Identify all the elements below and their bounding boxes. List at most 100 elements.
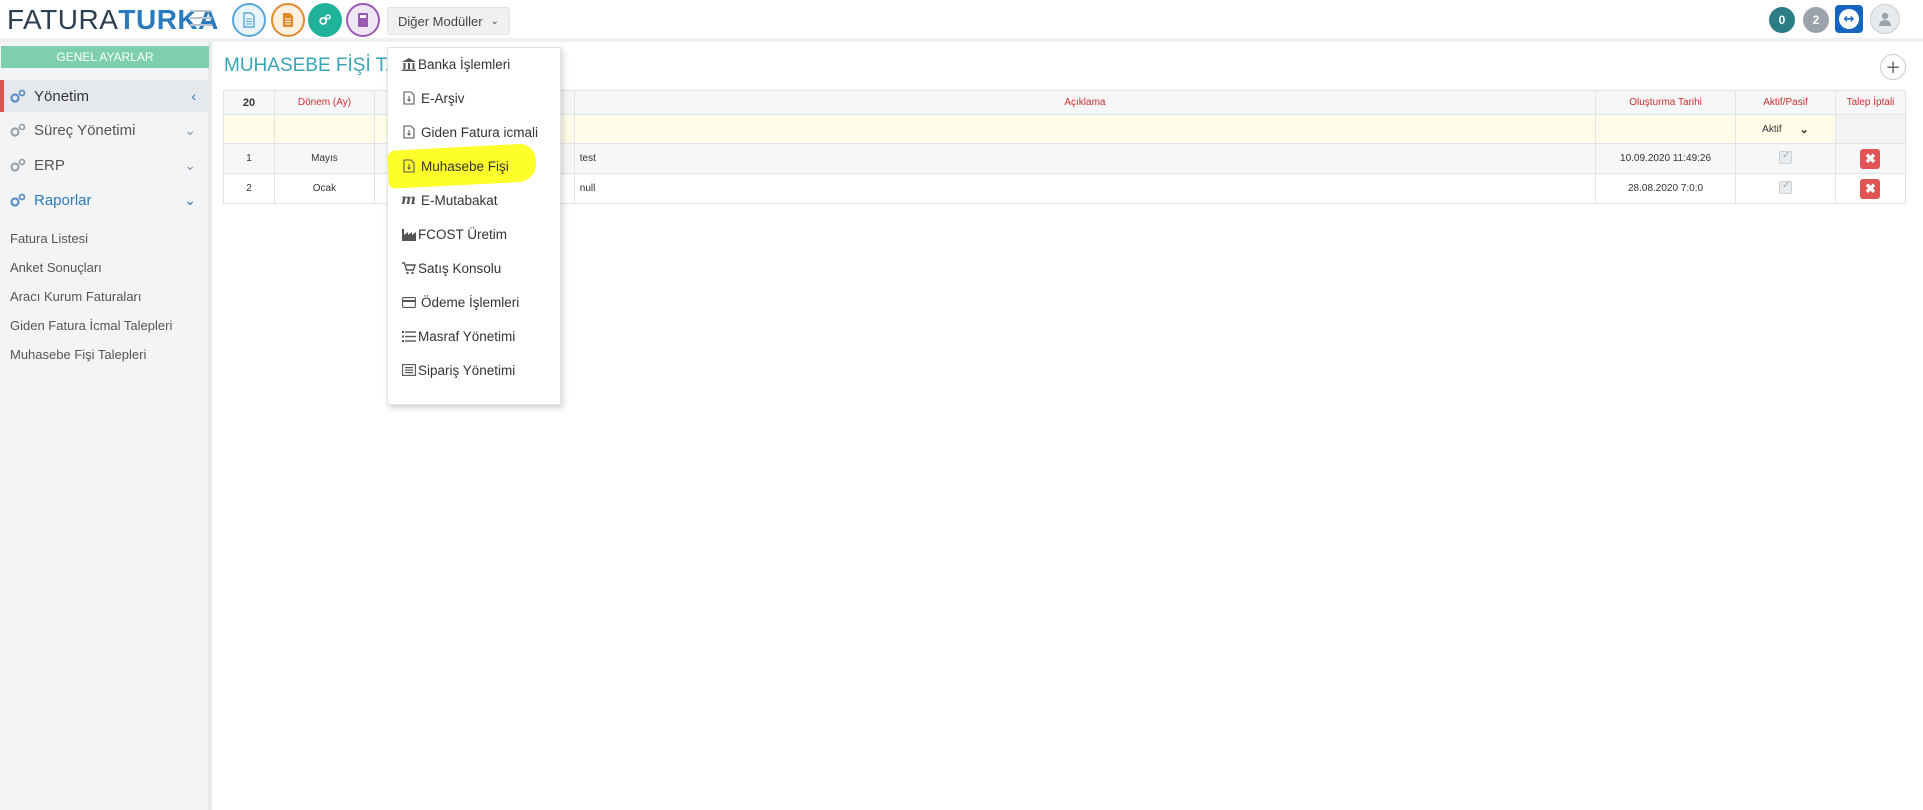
module-button-invoice[interactable]: [271, 3, 305, 37]
chevron-down-icon: ⌄: [184, 121, 196, 138]
row-aciklama: null: [573, 173, 1597, 204]
sidebar-item-label: Raporlar: [34, 191, 92, 209]
sidebar-item-raporlar[interactable]: Raporlar ⌄: [0, 184, 208, 216]
filter-cell[interactable]: [1595, 114, 1737, 144]
other-modules-dropdown[interactable]: Diğer Modüller ⌄: [387, 7, 510, 35]
sidebar-item-label: ERP: [34, 156, 65, 174]
column-header-donem[interactable]: Dönem (Ay): [273, 90, 375, 115]
sidebar-item-label: Süreç Yönetimi: [34, 121, 136, 139]
module-button-document[interactable]: [232, 3, 266, 37]
chevron-down-icon: ⌄: [184, 191, 196, 208]
row-iptal-cell: ✖: [1834, 143, 1907, 174]
page-title: MUHASEBE FİŞİ TA: [224, 55, 399, 76]
logo-text-fatura: FATURA: [7, 4, 119, 35]
aktif-filter-select[interactable]: Aktif ⌄: [1735, 114, 1836, 144]
chevron-down-icon: ⌄: [490, 15, 499, 27]
cogs-icon: [9, 88, 27, 104]
module-button-book[interactable]: [346, 3, 380, 37]
module-button-settings[interactable]: [308, 3, 342, 37]
document-icon: [243, 12, 255, 28]
cart-icon: [401, 261, 416, 275]
menu-item-label: Muhasebe Fişi: [421, 158, 509, 174]
sidebar-item-label: Yönetim: [34, 87, 90, 105]
sidebar-item-surec-yonetimi[interactable]: Süreç Yönetimi ⌄: [0, 114, 208, 146]
document-icon: [401, 91, 416, 105]
close-icon: ✖: [1865, 150, 1876, 166]
sidebar: GENEL AYARLAR Yönetim ‹ Süreç Yönetimi ⌄…: [0, 42, 212, 810]
menu-toggle-icon[interactable]: [190, 10, 212, 26]
credit-card-icon: [401, 295, 416, 309]
menu-item-label: Banka İşlemleri: [418, 56, 511, 72]
row-iptal-cell: ✖: [1834, 173, 1907, 204]
chevron-down-icon: ⌄: [184, 156, 196, 173]
message-badge[interactable]: 2: [1803, 7, 1829, 33]
row-aciklama: test: [573, 143, 1597, 174]
teamviewer-icon[interactable]: ↔: [1835, 5, 1863, 33]
filter-cell: [1834, 114, 1907, 144]
menu-item-giden-fatura-icmali[interactable]: Giden Fatura icmali: [401, 122, 538, 142]
column-header-count[interactable]: 20: [223, 90, 275, 115]
menu-item-e-arsiv[interactable]: E-Arşiv: [401, 88, 465, 108]
filter-cell[interactable]: [223, 114, 275, 144]
cogs-icon: [9, 122, 27, 138]
filter-cell[interactable]: [573, 114, 1597, 144]
m-icon: m: [401, 192, 416, 208]
menu-item-label: Satış Konsolu: [418, 260, 502, 276]
sidebar-item-yonetim[interactable]: Yönetim ‹: [0, 80, 208, 112]
top-bar: FATURATURKA Diğer Modüller ⌄ 0 2 ↔: [0, 0, 1923, 42]
sidebar-item-erp[interactable]: ERP ⌄: [0, 149, 208, 181]
aktif-checkbox[interactable]: [1779, 180, 1792, 194]
chevron-down-icon: ⌄: [1799, 123, 1809, 136]
app-logo[interactable]: FATURATURKA: [7, 4, 219, 36]
column-header-aktif-pasif[interactable]: Aktif/Pasif: [1735, 90, 1836, 115]
menu-item-odeme-islemleri[interactable]: Ödeme İşlemleri: [401, 292, 519, 312]
cancel-request-button[interactable]: ✖: [1860, 178, 1881, 199]
menu-item-banka-islemleri[interactable]: Banka İşlemleri: [401, 54, 510, 74]
sidebar-subitem-muhasebe-fisi[interactable]: Muhasebe Fişi Talepleri: [10, 347, 146, 362]
book-icon: [358, 13, 368, 27]
menu-item-masraf-yonetimi[interactable]: Masraf Yönetimi: [401, 326, 515, 346]
menu-item-label: E-Arşiv: [421, 90, 465, 106]
sidebar-subitem-giden-fatura[interactable]: Giden Fatura İcmal Talepleri: [10, 318, 172, 333]
column-header-aciklama[interactable]: Açıklama: [573, 90, 1597, 115]
cancel-request-button[interactable]: ✖: [1860, 148, 1881, 169]
user-icon: [1879, 12, 1891, 26]
menu-item-label: Ödeme İşlemleri: [421, 294, 520, 310]
sidebar-subitem-araci-kurum[interactable]: Aracı Kurum Faturaları: [10, 289, 142, 304]
menu-item-siparis-yonetimi[interactable]: Sipariş Yönetimi: [401, 360, 515, 380]
notification-badge[interactable]: 0: [1769, 7, 1795, 33]
cogs-icon: [9, 192, 27, 208]
add-button[interactable]: +: [1880, 54, 1906, 80]
invoice-icon: [283, 13, 293, 27]
row-aktif-cell: [1735, 143, 1836, 174]
menu-item-e-mutabakat[interactable]: m E-Mutabakat: [401, 190, 497, 210]
row-donem: Mayıs: [273, 143, 375, 174]
chevron-left-icon: ‹: [191, 88, 196, 104]
sidebar-subitem-anket-sonuclari[interactable]: Anket Sonuçları: [10, 260, 102, 275]
close-icon: ✖: [1865, 180, 1876, 196]
row-tarih: 10.09.2020 11:49:26: [1595, 143, 1737, 174]
list-alt-icon: [401, 363, 416, 377]
document-icon: [401, 159, 416, 173]
user-avatar[interactable]: [1870, 4, 1900, 34]
other-modules-menu: Banka İşlemleri E-Arşiv Giden Fatura icm…: [387, 47, 561, 405]
row-donem: Ocak: [273, 173, 375, 204]
aktif-checkbox[interactable]: [1779, 150, 1792, 164]
column-header-talep-iptali[interactable]: Talep İptali: [1834, 90, 1907, 115]
sidebar-subitem-fatura-listesi[interactable]: Fatura Listesi: [10, 231, 88, 246]
other-modules-label: Diğer Modüller: [398, 13, 483, 29]
cogs-icon: [319, 14, 331, 25]
filter-cell[interactable]: [273, 114, 375, 144]
factory-icon: [401, 227, 416, 241]
column-header-olusturma-tarihi[interactable]: Oluşturma Tarihi: [1595, 90, 1737, 115]
menu-item-label: FCOST Üretim: [418, 226, 508, 242]
row-number: 1: [223, 143, 275, 174]
menu-item-label: Sipariş Yönetimi: [418, 362, 516, 378]
aktif-filter-value: Aktif: [1762, 123, 1782, 135]
menu-item-fcost-uretim[interactable]: FCOST Üretim: [401, 224, 507, 244]
list-icon: [401, 329, 416, 343]
menu-item-muhasebe-fisi[interactable]: Muhasebe Fişi: [401, 156, 509, 176]
row-aktif-cell: [1735, 173, 1836, 204]
row-number: 2: [223, 173, 275, 204]
menu-item-satis-konsolu[interactable]: Satış Konsolu: [401, 258, 501, 278]
